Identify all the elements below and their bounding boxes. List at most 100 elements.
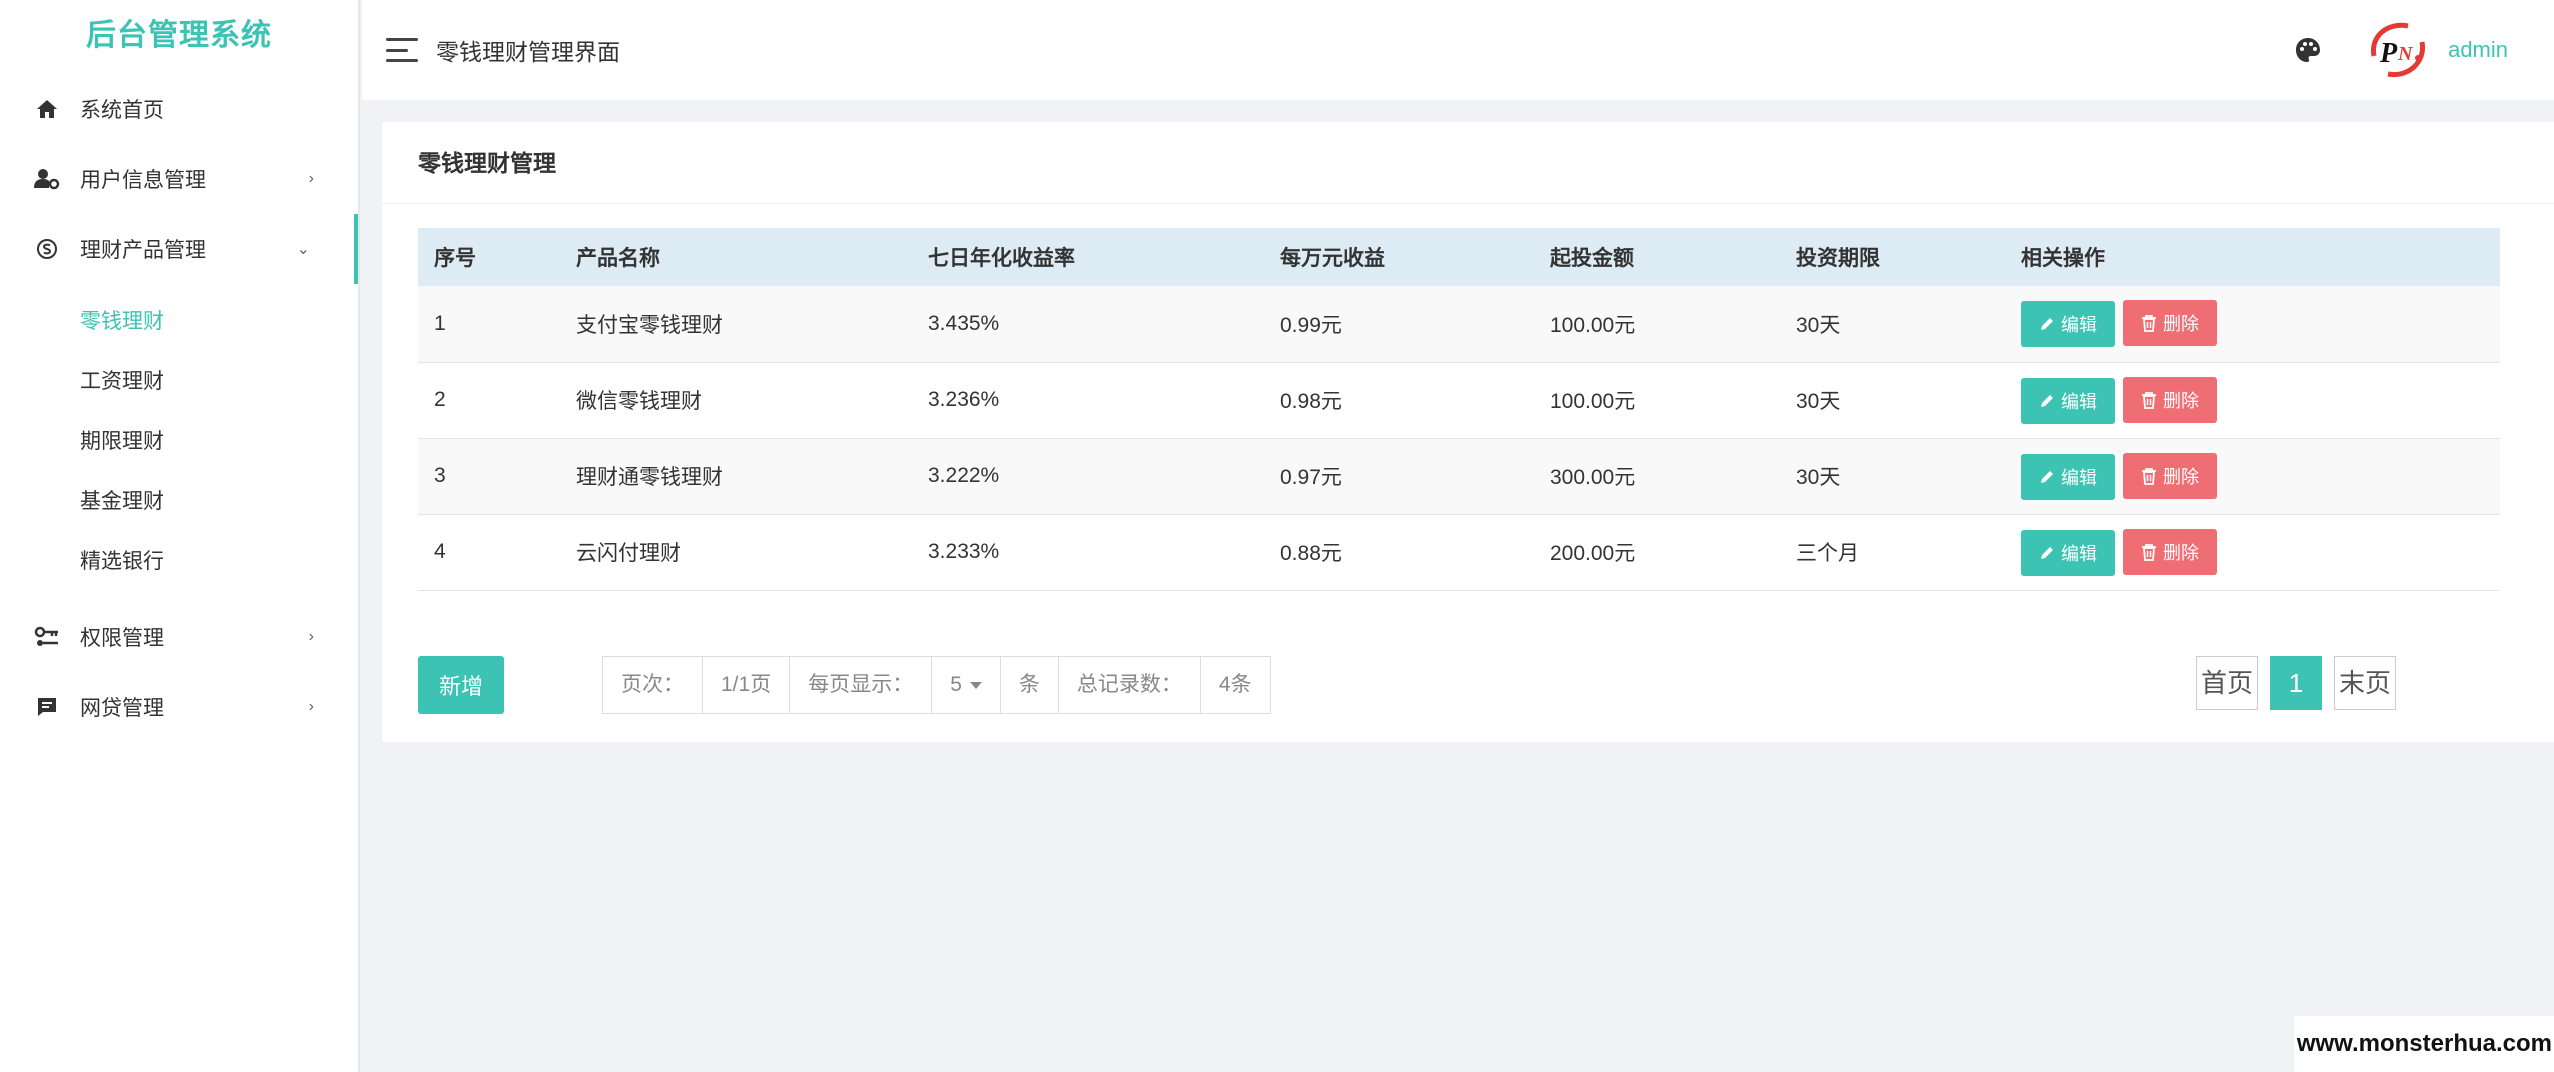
pencil-icon bbox=[2041, 546, 2053, 559]
cell-term: 30天 bbox=[1780, 362, 2005, 439]
edit-button[interactable]: 编辑 bbox=[2021, 301, 2115, 348]
trash-icon bbox=[2142, 391, 2156, 409]
cell-index: 4 bbox=[418, 514, 560, 591]
menu-toggle-icon[interactable] bbox=[386, 38, 418, 62]
edit-button[interactable]: 编辑 bbox=[2021, 377, 2115, 424]
cell-actions: 编辑 删除 bbox=[2005, 438, 2500, 515]
sidebar-item-loans[interactable]: 网贷管理 › bbox=[0, 672, 358, 742]
sidebar-item-user-info[interactable]: 用户信息管理 › bbox=[0, 144, 358, 214]
sidebar-item-label: 网贷管理 bbox=[80, 697, 164, 720]
chevron-right-icon: › bbox=[308, 170, 314, 187]
sub-menu: 零钱理财 工资理财 期限理财 基金理财 精选银行 bbox=[0, 284, 358, 602]
cell-per-10k: 0.88元 bbox=[1264, 514, 1534, 591]
delete-button[interactable]: 删除 bbox=[2123, 376, 2217, 423]
cell-index: 2 bbox=[418, 362, 560, 439]
sub-item-fund-finance[interactable]: 基金理财 bbox=[0, 472, 358, 532]
cell-min-amount: 100.00元 bbox=[1534, 362, 1780, 439]
edit-label: 编辑 bbox=[2061, 315, 2097, 336]
per-page-value: 5 bbox=[950, 673, 962, 696]
sidebar-item-home[interactable]: 系统首页 bbox=[0, 74, 358, 144]
add-button[interactable]: 新增 bbox=[418, 656, 504, 714]
edit-label: 编辑 bbox=[2061, 391, 2097, 412]
col-header-actions: 相关操作 bbox=[2021, 247, 2105, 270]
trash-icon bbox=[2142, 543, 2156, 561]
cell-name: 云闪付理财 bbox=[560, 514, 912, 591]
pencil-icon bbox=[2041, 318, 2053, 331]
pager-info: 页次： 1/1页 每页显示： 5 条 总记录数： 4条 bbox=[602, 656, 1271, 714]
cell-per-10k: 0.99元 bbox=[1264, 286, 1534, 363]
delete-label: 删除 bbox=[2163, 390, 2199, 411]
pagination: 首页 1 末页 bbox=[2196, 656, 2408, 712]
delete-label: 删除 bbox=[2163, 542, 2199, 563]
table-row: 2 微信零钱理财 3.236% 0.98元 100.00元 30天 编辑 删除 bbox=[418, 362, 2500, 439]
sidebar-item-finance-products[interactable]: 理财产品管理 ⌄ bbox=[0, 214, 358, 284]
cell-name: 理财通零钱理财 bbox=[560, 438, 912, 515]
trash-icon bbox=[2142, 467, 2156, 485]
delete-button[interactable]: 删除 bbox=[2123, 300, 2217, 347]
username[interactable]: admin bbox=[2448, 37, 2508, 63]
sidebar-item-label: 权限管理 bbox=[80, 627, 164, 650]
top-header: 零钱理财管理界面 P N admin bbox=[362, 0, 2554, 100]
delete-label: 删除 bbox=[2163, 314, 2199, 335]
cell-actions: 编辑 删除 bbox=[2005, 514, 2500, 591]
sidebar-item-permissions[interactable]: 权限管理 › bbox=[0, 602, 358, 672]
message-icon bbox=[34, 694, 60, 720]
edit-label: 编辑 bbox=[2061, 467, 2097, 488]
edit-button[interactable]: 编辑 bbox=[2021, 529, 2115, 576]
pencil-icon bbox=[2041, 394, 2053, 407]
cell-yield: 3.233% bbox=[912, 514, 1264, 591]
page-value: 1/1页 bbox=[703, 657, 791, 713]
cell-yield: 3.435% bbox=[912, 286, 1264, 363]
first-page-button[interactable]: 首页 bbox=[2196, 656, 2259, 710]
sub-item-salary-finance[interactable]: 工资理财 bbox=[0, 352, 358, 412]
cell-min-amount: 100.00元 bbox=[1534, 286, 1780, 363]
per-page-unit: 条 bbox=[1001, 657, 1059, 713]
col-header-term: 投资期限 bbox=[1796, 247, 1880, 270]
key-icon bbox=[34, 624, 60, 650]
page-title: 零钱理财管理界面 bbox=[436, 39, 620, 65]
table-row: 1 支付宝零钱理财 3.435% 0.99元 100.00元 30天 编辑 删除 bbox=[418, 286, 2500, 363]
svg-text:N: N bbox=[2397, 43, 2414, 65]
header-right: P N admin bbox=[2294, 0, 2508, 100]
col-header-name: 产品名称 bbox=[576, 247, 660, 270]
delete-button[interactable]: 删除 bbox=[2123, 452, 2217, 499]
table-row: 3 理财通零钱理财 3.222% 0.97元 300.00元 30天 编辑 删除 bbox=[418, 438, 2500, 515]
per-page-select[interactable]: 5 bbox=[932, 657, 1001, 713]
cell-actions: 编辑 删除 bbox=[2005, 286, 2500, 363]
sub-item-term-finance[interactable]: 期限理财 bbox=[0, 412, 358, 472]
chevron-down-icon: ⌄ bbox=[296, 241, 310, 258]
caret-down-icon bbox=[969, 681, 982, 689]
cell-min-amount: 200.00元 bbox=[1534, 514, 1780, 591]
table-header-row: 序号 产品名称 七日年化收益率 每万元收益 起投金额 投资期限 相关操作 bbox=[418, 228, 2500, 286]
cell-index: 1 bbox=[418, 286, 560, 363]
page-1-button[interactable]: 1 bbox=[2270, 656, 2323, 710]
sidebar-item-label: 理财产品管理 bbox=[80, 239, 206, 262]
home-icon bbox=[34, 96, 60, 122]
sub-item-change-finance[interactable]: 零钱理财 bbox=[0, 292, 358, 352]
cell-per-10k: 0.97元 bbox=[1264, 438, 1534, 515]
watermark: www.monsterhua.com bbox=[2294, 1016, 2554, 1072]
palette-icon[interactable] bbox=[2294, 36, 2322, 64]
col-header-yield: 七日年化收益率 bbox=[928, 247, 1075, 270]
delete-label: 删除 bbox=[2163, 466, 2199, 487]
sub-item-selected-bank[interactable]: 精选银行 bbox=[0, 532, 358, 592]
per-page-label: 每页显示： bbox=[790, 657, 933, 713]
cell-term: 30天 bbox=[1780, 286, 2005, 363]
total-label: 总记录数： bbox=[1059, 657, 1201, 713]
delete-button[interactable]: 删除 bbox=[2123, 528, 2217, 575]
brand-title: 后台管理系统 bbox=[86, 19, 272, 52]
chevron-right-icon: › bbox=[308, 698, 314, 715]
edit-button[interactable]: 编辑 bbox=[2021, 453, 2115, 500]
avatar[interactable]: P N bbox=[2366, 18, 2430, 82]
cell-index: 3 bbox=[418, 438, 560, 515]
cell-name: 微信零钱理财 bbox=[560, 362, 912, 439]
last-page-button[interactable]: 末页 bbox=[2334, 656, 2397, 710]
svg-text:P: P bbox=[2379, 38, 2398, 69]
edit-label: 编辑 bbox=[2061, 543, 2097, 564]
pencil-icon bbox=[2041, 470, 2053, 483]
content-panel: 零钱理财管理 序号 产品名称 七日年化收益率 每万元收益 起投金额 投资期限 相… bbox=[382, 122, 2554, 742]
cell-per-10k: 0.98元 bbox=[1264, 362, 1534, 439]
cell-yield: 3.222% bbox=[912, 438, 1264, 515]
user-gear-icon bbox=[34, 166, 60, 192]
products-table: 序号 产品名称 七日年化收益率 每万元收益 起投金额 投资期限 相关操作 1 支付… bbox=[418, 228, 2500, 591]
